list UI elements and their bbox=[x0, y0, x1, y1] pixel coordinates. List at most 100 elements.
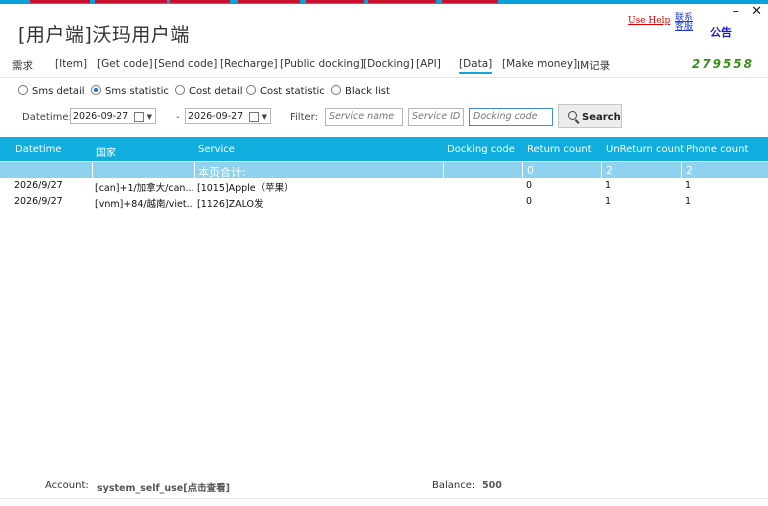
account-label: Account: bbox=[45, 480, 89, 491]
cell-divider bbox=[681, 162, 682, 178]
close-button[interactable]: ✕ bbox=[751, 4, 762, 19]
summary-label: 本页合计: bbox=[198, 166, 246, 179]
service-name-input[interactable] bbox=[329, 111, 399, 122]
radio-label: Cost statistic bbox=[260, 86, 325, 97]
table-row[interactable]: 2026/9/27 [can]+1/加拿大/can... [1015]Apple… bbox=[0, 180, 768, 194]
cell-datetime: 2026/9/27 bbox=[14, 196, 63, 207]
cell-divider bbox=[522, 162, 523, 178]
nav-item-send-code[interactable]: [Send code] bbox=[154, 58, 217, 70]
radio-label: Cost detail bbox=[189, 86, 243, 97]
cell-service: [1015]Apple（苹果） bbox=[197, 183, 294, 194]
column-header-docking-code[interactable]: Docking code bbox=[447, 144, 515, 155]
column-header-country[interactable]: 国家 bbox=[96, 144, 116, 159]
cell-return-count: 0 bbox=[526, 180, 533, 191]
nav-item-item[interactable]: [Item] bbox=[55, 58, 87, 70]
notice-link[interactable]: 公告 bbox=[710, 24, 732, 40]
radio-circle-icon bbox=[18, 85, 28, 95]
table-row[interactable]: 2026/9/27 [vnm]+84/越南/viet... [1126]ZALO… bbox=[0, 196, 768, 210]
use-help-link[interactable]: Use Help bbox=[628, 16, 670, 26]
radio-label: Sms detail bbox=[32, 86, 85, 97]
top-tab-block bbox=[170, 0, 230, 3]
cell-service: [1126]ZALO发 bbox=[197, 199, 264, 210]
chevron-down-icon: ▼ bbox=[261, 113, 267, 121]
nav-item-docking[interactable]: [Docking] bbox=[363, 58, 414, 70]
radio-circle-icon bbox=[175, 85, 185, 95]
calendar-icon bbox=[134, 112, 144, 122]
code-number: 279558 bbox=[691, 57, 754, 71]
filter-row: Datetime: 2026-09-27 ▼ - 2026-09-27 ▼ Fi… bbox=[0, 104, 768, 128]
service-id-input[interactable] bbox=[412, 111, 460, 122]
minimize-button[interactable]: – bbox=[732, 4, 739, 19]
datetime-label: Datetime: bbox=[22, 112, 72, 123]
table-header: Datetime 国家 Service Docking code Return … bbox=[0, 137, 768, 161]
cell-divider bbox=[92, 162, 93, 178]
summary-row: 本页合计: 0 2 2 bbox=[0, 162, 768, 179]
radio-sms-detail[interactable]: Sms detail bbox=[18, 85, 85, 97]
column-header-return-count[interactable]: Return count bbox=[527, 144, 592, 155]
cell-unreturn-count: 1 bbox=[605, 180, 612, 191]
status-footer: Account: system_self_use[点击查看] Balance: … bbox=[0, 480, 768, 494]
nav-bar: 需求 [Item] [Get code] [Send code] [Rechar… bbox=[0, 56, 768, 76]
cell-datetime: 2026/9/27 bbox=[14, 180, 63, 191]
radio-label: Sms statistic bbox=[105, 86, 169, 97]
top-tab-block bbox=[30, 0, 90, 3]
top-tab-block bbox=[238, 0, 300, 3]
nav-item-im-record[interactable]: IM记录 bbox=[577, 58, 610, 73]
nav-item-make-money[interactable]: [Make money] bbox=[502, 58, 577, 70]
nav-item-recharge[interactable]: [Recharge] bbox=[220, 58, 278, 70]
radio-cost-statistic[interactable]: Cost statistic bbox=[246, 85, 325, 97]
top-accent-strip bbox=[0, 0, 768, 4]
date-range-dash: - bbox=[176, 112, 180, 123]
radio-circle-icon bbox=[246, 85, 256, 95]
cell-country: [can]+1/加拿大/can... bbox=[95, 183, 193, 194]
radio-circle-icon bbox=[331, 85, 341, 95]
radio-label: Black list bbox=[345, 86, 390, 97]
column-header-service[interactable]: Service bbox=[198, 144, 235, 155]
account-value-link[interactable]: system_self_use[点击查看] bbox=[97, 480, 230, 494]
nav-item-get-code[interactable]: [Get code] bbox=[97, 58, 153, 70]
cell-divider bbox=[443, 162, 444, 178]
nav-item-demand[interactable]: 需求 bbox=[12, 58, 33, 73]
column-header-datetime[interactable]: Datetime bbox=[15, 144, 62, 155]
top-tab-block bbox=[306, 0, 364, 3]
radio-sms-statistic[interactable]: Sms statistic bbox=[91, 85, 169, 97]
date-to-picker[interactable]: 2026-09-27 ▼ bbox=[185, 108, 271, 124]
date-from-picker[interactable]: 2026-09-27 ▼ bbox=[70, 108, 156, 124]
date-from-value: 2026-09-27 bbox=[73, 111, 129, 122]
top-tab-block bbox=[368, 0, 436, 3]
chevron-down-icon: ▼ bbox=[146, 113, 152, 121]
balance-label: Balance: bbox=[432, 480, 476, 491]
radio-selected-icon bbox=[91, 85, 101, 95]
cell-divider bbox=[601, 162, 602, 178]
cell-phone-count: 1 bbox=[685, 180, 692, 191]
radio-black-list[interactable]: Black list bbox=[331, 85, 390, 97]
nav-item-public-docking[interactable]: [Public docking] bbox=[280, 58, 364, 70]
search-button[interactable]: Search bbox=[558, 104, 622, 128]
radio-cost-detail[interactable]: Cost detail bbox=[175, 85, 243, 97]
cell-return-count: 0 bbox=[526, 196, 533, 207]
contact-service-link[interactable]: 联系客服 bbox=[675, 14, 695, 32]
cell-country: [vnm]+84/越南/viet... bbox=[95, 199, 193, 210]
app-title: [用户端]沃玛用户端 bbox=[18, 24, 190, 46]
cell-unreturn-count: 1 bbox=[605, 196, 612, 207]
summary-unreturn-count: 2 bbox=[606, 164, 613, 177]
window-controls: – ✕ bbox=[724, 4, 762, 19]
docking-code-field bbox=[469, 108, 553, 126]
column-header-unreturn-count[interactable]: UnReturn count bbox=[606, 144, 684, 155]
top-tab-block bbox=[95, 0, 167, 3]
summary-return-count: 0 bbox=[527, 164, 534, 177]
nav-item-data[interactable]: [Data] bbox=[459, 58, 493, 74]
service-name-field bbox=[325, 108, 403, 126]
date-to-value: 2026-09-27 bbox=[188, 111, 244, 122]
service-id-field bbox=[408, 108, 464, 126]
filter-label: Filter: bbox=[290, 112, 318, 123]
summary-phone-count: 2 bbox=[686, 164, 693, 177]
top-tab-block bbox=[442, 0, 498, 3]
search-button-label: Search bbox=[582, 112, 621, 123]
calendar-icon bbox=[249, 112, 259, 122]
docking-code-input[interactable] bbox=[473, 111, 549, 122]
nav-divider bbox=[0, 77, 768, 78]
nav-item-api[interactable]: [API] bbox=[416, 58, 441, 70]
column-header-phone-count[interactable]: Phone count bbox=[686, 144, 748, 155]
cell-divider bbox=[194, 162, 195, 178]
